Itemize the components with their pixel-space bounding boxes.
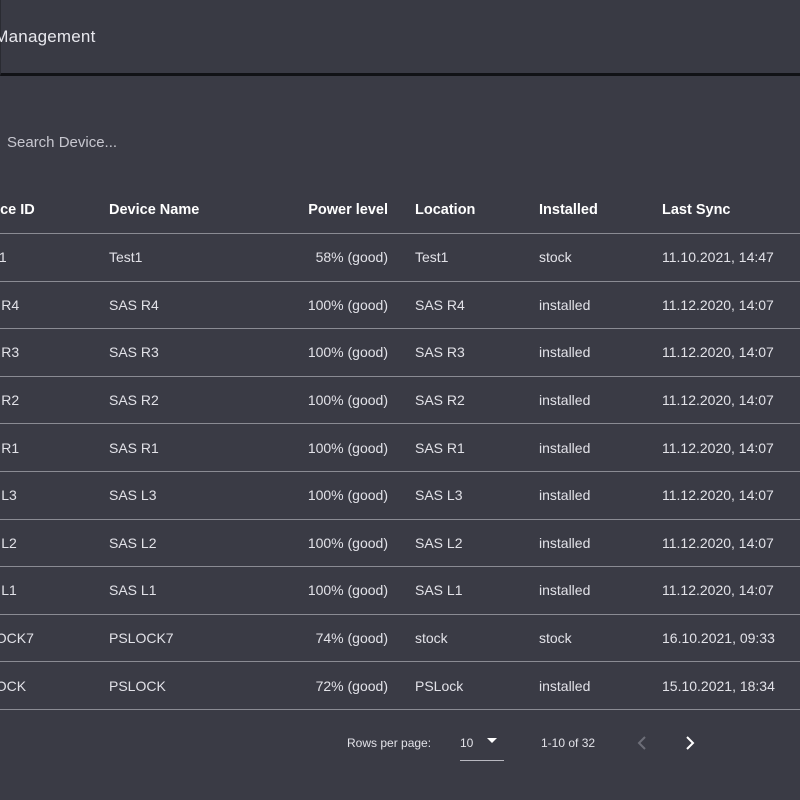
cell-installed: installed: [539, 296, 591, 313]
cell-location: SAS L1: [415, 582, 463, 599]
column-header-installed[interactable]: Installed: [539, 186, 598, 233]
table-row[interactable]: S R3 SAS R3 100% (good) SAS R3 installed 11.1…: [0, 329, 800, 377]
cell-last-sync: 11.12.2020, 14:07: [662, 392, 774, 409]
cell-device-id: S R3: [0, 344, 20, 361]
cell-location: PSLock: [415, 677, 464, 694]
table-row[interactable]: LOCK7 PSLOCK7 74% (good) stock stock 16.10.20…: [0, 615, 800, 663]
table-row[interactable]: S R1 SAS R1 100% (good) SAS R1 installed 11.1…: [0, 424, 800, 472]
cell-device-name: Test1: [109, 249, 143, 266]
cell-location: SAS L3: [415, 487, 463, 504]
table-row[interactable]: S L1 SAS L1 100% (good) SAS L1 installed 11.1…: [0, 567, 800, 615]
cell-last-sync: 11.12.2020, 14:07: [662, 582, 774, 599]
cell-installed: installed: [539, 677, 591, 694]
column-header-last-sync[interactable]: Last Sync: [662, 186, 731, 233]
chevron-left-icon: [637, 736, 647, 750]
chevron-right-icon: [685, 736, 695, 750]
cell-installed: installed: [539, 582, 591, 599]
next-page-button[interactable]: [677, 730, 703, 756]
cell-device-name: PSLOCK7: [109, 630, 174, 647]
cell-last-sync: 16.10.2021, 09:33: [662, 630, 775, 647]
cell-last-sync: 11.10.2021, 14:47: [662, 249, 774, 266]
table-row[interactable]: st1 Test1 58% (good) Test1 stock 11.10.2021, …: [0, 234, 800, 282]
cell-installed: stock: [539, 630, 572, 647]
cell-power-level: 100% (good): [307, 296, 388, 313]
cell-power-level: 72% (good): [315, 677, 388, 694]
cell-device-name: SAS R4: [109, 296, 159, 313]
cell-location: SAS R4: [415, 296, 465, 313]
cell-device-id: S L2: [0, 534, 17, 551]
pagination: Rows per page: 10 1-10 of 32: [0, 726, 800, 766]
cell-device-name: SAS R3: [109, 344, 159, 361]
cell-installed: installed: [539, 439, 591, 456]
table-body: st1 Test1 58% (good) Test1 stock 11.10.2021, …: [0, 234, 800, 710]
cell-device-id: S L3: [0, 487, 17, 504]
table-row[interactable]: S R4 SAS R4 100% (good) SAS R4 installed 11.1…: [0, 282, 800, 330]
cell-power-level: 74% (good): [315, 630, 388, 647]
cell-location: SAS R2: [415, 392, 465, 409]
cell-power-level: 100% (good): [307, 439, 388, 456]
caret-down-icon: [487, 738, 497, 743]
column-header-location[interactable]: Location: [415, 186, 475, 233]
cell-installed: installed: [539, 487, 591, 504]
cell-location: SAS R1: [415, 439, 465, 456]
previous-page-button[interactable]: [629, 730, 655, 756]
app-header: ce Management: [0, 0, 800, 76]
pagination-range: 1-10 of 32: [541, 736, 596, 750]
cell-device-name: SAS R1: [109, 439, 159, 456]
cell-power-level: 100% (good): [307, 534, 388, 551]
cell-power-level: 100% (good): [307, 392, 388, 409]
cell-device-name: SAS L1: [109, 582, 157, 599]
rows-per-page-label: Rows per page:: [347, 736, 432, 750]
cell-device-name: SAS R2: [109, 392, 159, 409]
column-header-power-level[interactable]: Power level: [248, 186, 388, 233]
cell-installed: installed: [539, 344, 591, 361]
cell-power-level: 100% (good): [307, 344, 388, 361]
cell-device-id: S R1: [0, 439, 20, 456]
table-row[interactable]: S L3 SAS L3 100% (good) SAS L3 installed 11.1…: [0, 472, 800, 520]
cell-location: Test1: [415, 249, 449, 266]
cell-last-sync: 11.12.2020, 14:07: [662, 296, 774, 313]
page-title: ce Management: [0, 27, 96, 46]
cell-device-id: LOCK: [0, 677, 27, 694]
search-input[interactable]: [7, 134, 307, 151]
column-header-device-name[interactable]: Device Name: [109, 186, 199, 233]
cell-device-name: SAS L2: [109, 534, 157, 551]
cell-last-sync: 11.12.2020, 14:07: [662, 439, 774, 456]
cell-device-name: SAS L3: [109, 487, 157, 504]
cell-last-sync: 11.12.2020, 14:07: [662, 487, 774, 504]
cell-last-sync: 11.12.2020, 14:07: [662, 344, 774, 361]
rows-per-page-value: 10: [460, 736, 474, 750]
cell-power-level: 100% (good): [307, 582, 388, 599]
table-row[interactable]: LOCK PSLOCK 72% (good) PSLock installed 15.10…: [0, 662, 800, 710]
cell-device-id: LOCK7: [0, 630, 34, 647]
cell-power-level: 58% (good): [315, 249, 388, 266]
cell-device-id: S R4: [0, 296, 20, 313]
cell-location: SAS L2: [415, 534, 463, 551]
cell-device-id: S L1: [0, 582, 17, 599]
cell-device-name: PSLOCK: [109, 677, 166, 694]
cell-location: stock: [415, 630, 448, 647]
search-box[interactable]: [7, 134, 307, 156]
table-row[interactable]: S L2 SAS L2 100% (good) SAS L2 installed 11.1…: [0, 520, 800, 568]
device-table: vice ID Device Name Power level Location…: [0, 186, 800, 710]
cell-power-level: 100% (good): [307, 487, 388, 504]
cell-device-id: st1: [0, 249, 7, 266]
cell-last-sync: 11.12.2020, 14:07: [662, 534, 774, 551]
column-header-device-id[interactable]: vice ID: [0, 186, 35, 233]
cell-last-sync: 15.10.2021, 18:34: [662, 677, 775, 694]
table-header-row: vice ID Device Name Power level Location…: [0, 186, 800, 234]
cell-location: SAS R3: [415, 344, 465, 361]
cell-installed: stock: [539, 249, 572, 266]
table-row[interactable]: S R2 SAS R2 100% (good) SAS R2 installed 11.1…: [0, 377, 800, 425]
cell-device-id: S R2: [0, 392, 20, 409]
cell-installed: installed: [539, 534, 591, 551]
rows-per-page-select[interactable]: 10: [460, 726, 504, 761]
cell-installed: installed: [539, 392, 591, 409]
